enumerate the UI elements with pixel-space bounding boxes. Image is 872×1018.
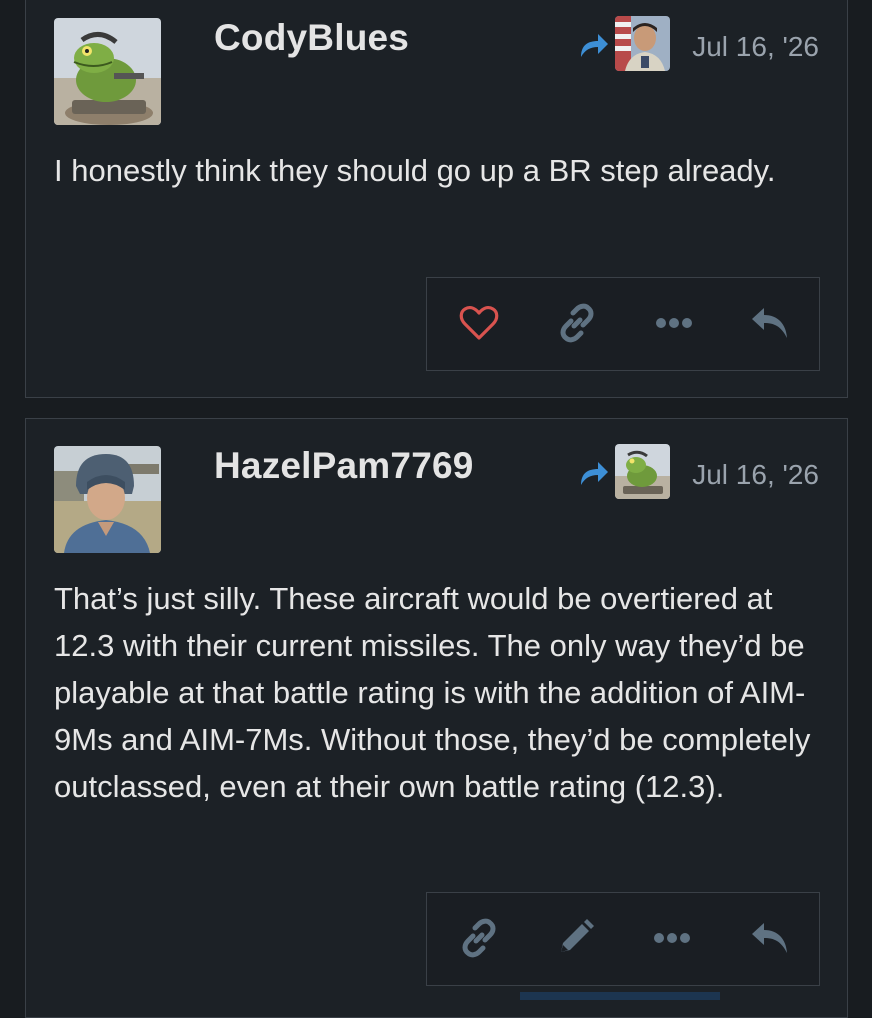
reply-icon: [750, 306, 790, 345]
reply-arrow-icon: [578, 459, 610, 487]
more-icon: [652, 931, 692, 949]
like-button[interactable]: [449, 278, 509, 372]
next-post-edge: [520, 992, 720, 1000]
share-link-button[interactable]: [449, 893, 509, 987]
post-body: That’s just silly. These aircraft would …: [54, 581, 811, 804]
link-icon: [557, 303, 597, 348]
post-card: HazelPam7769 Jul 16, '26 That’s just sil…: [25, 418, 848, 1018]
post-date[interactable]: Jul 16, '26: [692, 31, 819, 63]
reply-to-avatar[interactable]: [615, 444, 670, 499]
user-avatar[interactable]: [54, 446, 161, 553]
share-link-button[interactable]: [547, 278, 607, 372]
more-button[interactable]: [642, 893, 702, 987]
reply-button[interactable]: [740, 893, 800, 987]
link-icon: [459, 918, 499, 963]
post-date[interactable]: Jul 16, '26: [692, 459, 819, 491]
reply-arrow-icon: [578, 31, 610, 59]
username[interactable]: CodyBlues: [214, 17, 409, 59]
post-body: I honestly think they should go up a BR …: [54, 153, 776, 188]
pencil-icon: [555, 918, 595, 963]
post-actions: [426, 277, 820, 371]
user-avatar[interactable]: [54, 18, 161, 125]
heart-icon: [459, 305, 499, 346]
reply-to-indicator[interactable]: [578, 444, 670, 500]
post-card: CodyBlues Jul 16, '26 I honestly think t…: [25, 0, 848, 398]
more-button[interactable]: [644, 278, 704, 372]
more-icon: [654, 316, 694, 334]
reply-icon: [750, 921, 790, 960]
username[interactable]: HazelPam7769: [214, 445, 474, 487]
edit-button[interactable]: [545, 893, 605, 987]
post-actions: [426, 892, 820, 986]
reply-button[interactable]: [740, 278, 800, 372]
reply-to-avatar[interactable]: [615, 16, 670, 71]
reply-to-indicator[interactable]: [578, 16, 670, 72]
